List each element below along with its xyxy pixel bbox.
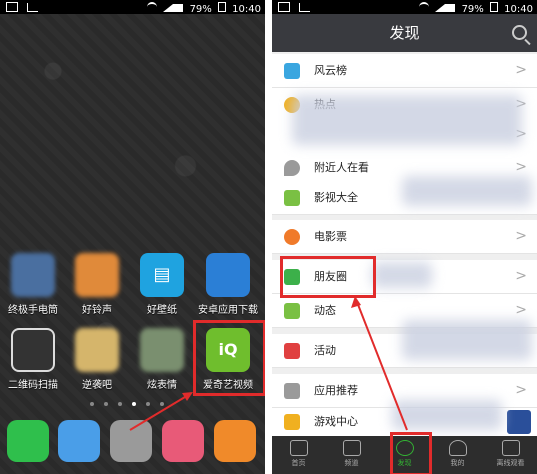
- arrowhead: [182, 392, 193, 401]
- arrow-to-moments: [356, 301, 408, 431]
- arrow-to-iqiyi: [129, 393, 191, 431]
- guide-arrows: [129, 296, 408, 431]
